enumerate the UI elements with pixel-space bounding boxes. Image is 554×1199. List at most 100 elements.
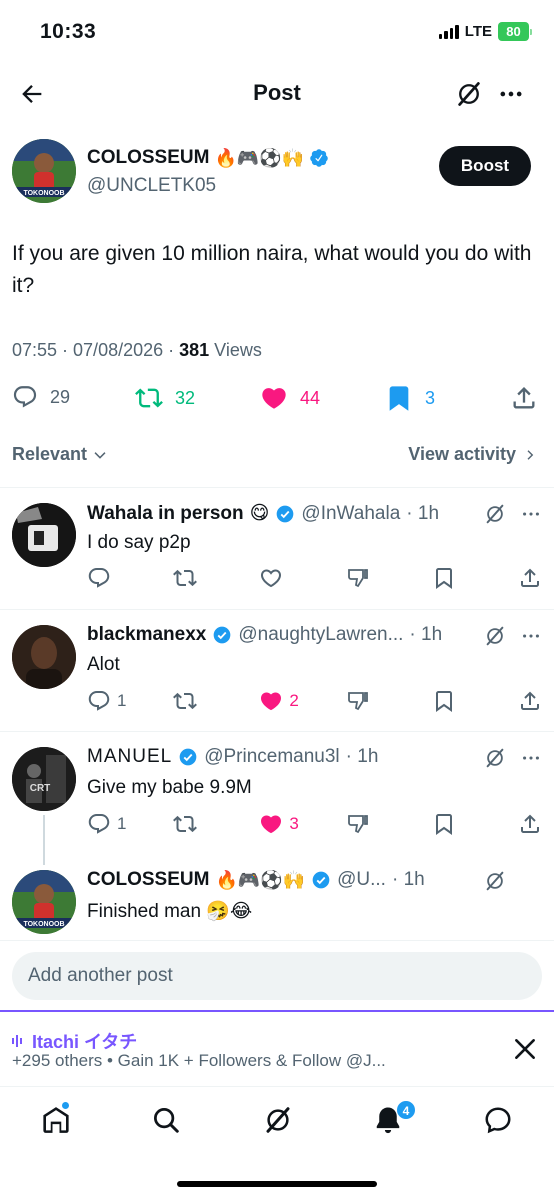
dislike-button[interactable]: [346, 812, 386, 836]
repost-icon: [173, 692, 198, 710]
like-count: 3: [289, 814, 299, 833]
heart-icon: [262, 388, 286, 409]
boost-button[interactable]: Boost: [439, 146, 531, 186]
close-spaces-button[interactable]: [512, 1036, 538, 1062]
reply-text: Alot: [87, 654, 120, 675]
reply-handle: @Princemanu3l: [204, 746, 340, 767]
post-meta: 07:55 · 07/08/2026 · 381 Views: [12, 340, 262, 361]
repost-stat[interactable]: 32: [135, 384, 195, 412]
reply-header[interactable]: MANUEL @Princemanu3l · 1h: [87, 746, 527, 768]
reply-icon: [88, 568, 110, 588]
like-button[interactable]: 2: [259, 689, 299, 713]
reply-button[interactable]: 1: [87, 689, 127, 713]
more-button[interactable]: [520, 503, 542, 525]
home-indicator[interactable]: [177, 1181, 377, 1187]
more-button[interactable]: [520, 625, 542, 647]
chevron-down-icon: [94, 451, 106, 459]
avatar-label: TOKONOOB: [23, 921, 64, 928]
like-button[interactable]: [259, 566, 299, 590]
reply-actions: 1 2: [87, 689, 542, 713]
reply-header[interactable]: COLOSSEUM 🔥🎮⚽🙌 @U... · 1h: [87, 869, 527, 891]
tab-grok[interactable]: [263, 1105, 293, 1135]
author-emoji: 🔥🎮⚽🙌: [214, 147, 305, 168]
dislike-icon: [347, 815, 368, 834]
reply-author-emoji: 🔥🎮⚽🙌: [215, 869, 306, 890]
tab-search[interactable]: [151, 1105, 181, 1135]
grok-button[interactable]: [484, 625, 506, 647]
heart-icon: [261, 815, 282, 834]
reply-count: 1: [117, 814, 127, 833]
reply-icon: [88, 814, 110, 834]
reply-avatar[interactable]: [12, 503, 76, 567]
close-icon: [515, 1039, 535, 1059]
reply-icon: [88, 691, 110, 711]
bookmark-button[interactable]: [432, 689, 472, 713]
author-handle[interactable]: @UNCLETK05: [87, 175, 216, 197]
divider: [0, 487, 554, 488]
share-button[interactable]: [518, 689, 542, 713]
grok-button[interactable]: [484, 747, 506, 769]
view-activity-link[interactable]: View activity: [408, 444, 536, 465]
reply-handle: @naughtyLawren...: [238, 624, 404, 645]
bookmark-icon: [435, 691, 452, 712]
add-post-input[interactable]: Add another post: [12, 952, 542, 1000]
author-avatar[interactable]: TOKONOOB: [12, 139, 76, 203]
reply-header[interactable]: blackmanexx @naughtyLawren... · 1h: [87, 624, 527, 646]
share-button[interactable]: [518, 812, 542, 836]
like-button[interactable]: 3: [259, 812, 299, 836]
author-name-row[interactable]: COLOSSEUM 🔥🎮⚽🙌: [87, 147, 329, 169]
reply-avatar[interactable]: [12, 625, 76, 689]
reply-actions: [87, 566, 542, 590]
more-button[interactable]: [497, 80, 525, 108]
reply-handle: @InWahala: [301, 502, 401, 524]
grok-button[interactable]: [484, 870, 506, 892]
dislike-button[interactable]: [346, 566, 386, 590]
more-button[interactable]: [520, 747, 542, 769]
bookmark-button[interactable]: [432, 566, 472, 590]
bookmark-button[interactable]: [432, 812, 472, 836]
repost-button[interactable]: [173, 689, 213, 713]
status-indicators: LTE 80: [438, 22, 532, 41]
dislike-button[interactable]: [346, 689, 386, 713]
repost-icon: [173, 815, 198, 833]
like-stat[interactable]: 44: [260, 384, 320, 412]
more-icon: [523, 634, 539, 638]
reply-handle: @U...: [337, 869, 386, 890]
repost-button[interactable]: [173, 566, 213, 590]
bookmark-icon: [389, 386, 409, 411]
battery-icon: 80: [498, 22, 532, 41]
avatar-label: TOKONOOB: [23, 190, 64, 197]
grok-icon: [266, 1107, 290, 1133]
grok-button[interactable]: [484, 503, 506, 525]
reply-button[interactable]: [87, 566, 127, 590]
share-button[interactable]: [518, 566, 542, 590]
network-label: LTE: [464, 23, 492, 40]
sort-dropdown[interactable]: Relevant: [12, 444, 107, 465]
bookmark-count: 3: [425, 387, 436, 408]
like-count: 44: [300, 387, 321, 408]
reply-avatar[interactable]: CRT: [12, 747, 76, 811]
verified-icon: [310, 149, 328, 167]
grok-icon: [458, 82, 480, 106]
grok-button[interactable]: [455, 80, 483, 108]
reply-stat[interactable]: 29: [12, 384, 70, 410]
more-icon: [500, 91, 522, 97]
reply-author-name: MANUEL: [87, 746, 173, 767]
audio-bars-icon: [12, 1035, 22, 1047]
bookmark-icon: [435, 568, 452, 589]
dislike-icon: [347, 569, 368, 588]
reply-button[interactable]: 1: [87, 812, 127, 836]
tab-messages[interactable]: [483, 1105, 513, 1135]
thread-line: [43, 815, 45, 865]
bookmark-stat[interactable]: 3: [385, 384, 435, 412]
svg-text:CRT: CRT: [30, 783, 51, 794]
share-button[interactable]: [510, 384, 538, 412]
reply-text: Give my babe 9.9M: [87, 777, 252, 798]
repost-button[interactable]: [173, 812, 213, 836]
reply-avatar[interactable]: TOKONOOB: [12, 870, 76, 934]
view-activity-label: View activity: [408, 444, 516, 464]
reply-header[interactable]: Wahala in person 😋 @InWahala · 1h: [87, 502, 527, 525]
like-count: 2: [289, 691, 299, 710]
grok-icon: [486, 871, 504, 891]
reply-time: · 1h: [406, 502, 440, 524]
